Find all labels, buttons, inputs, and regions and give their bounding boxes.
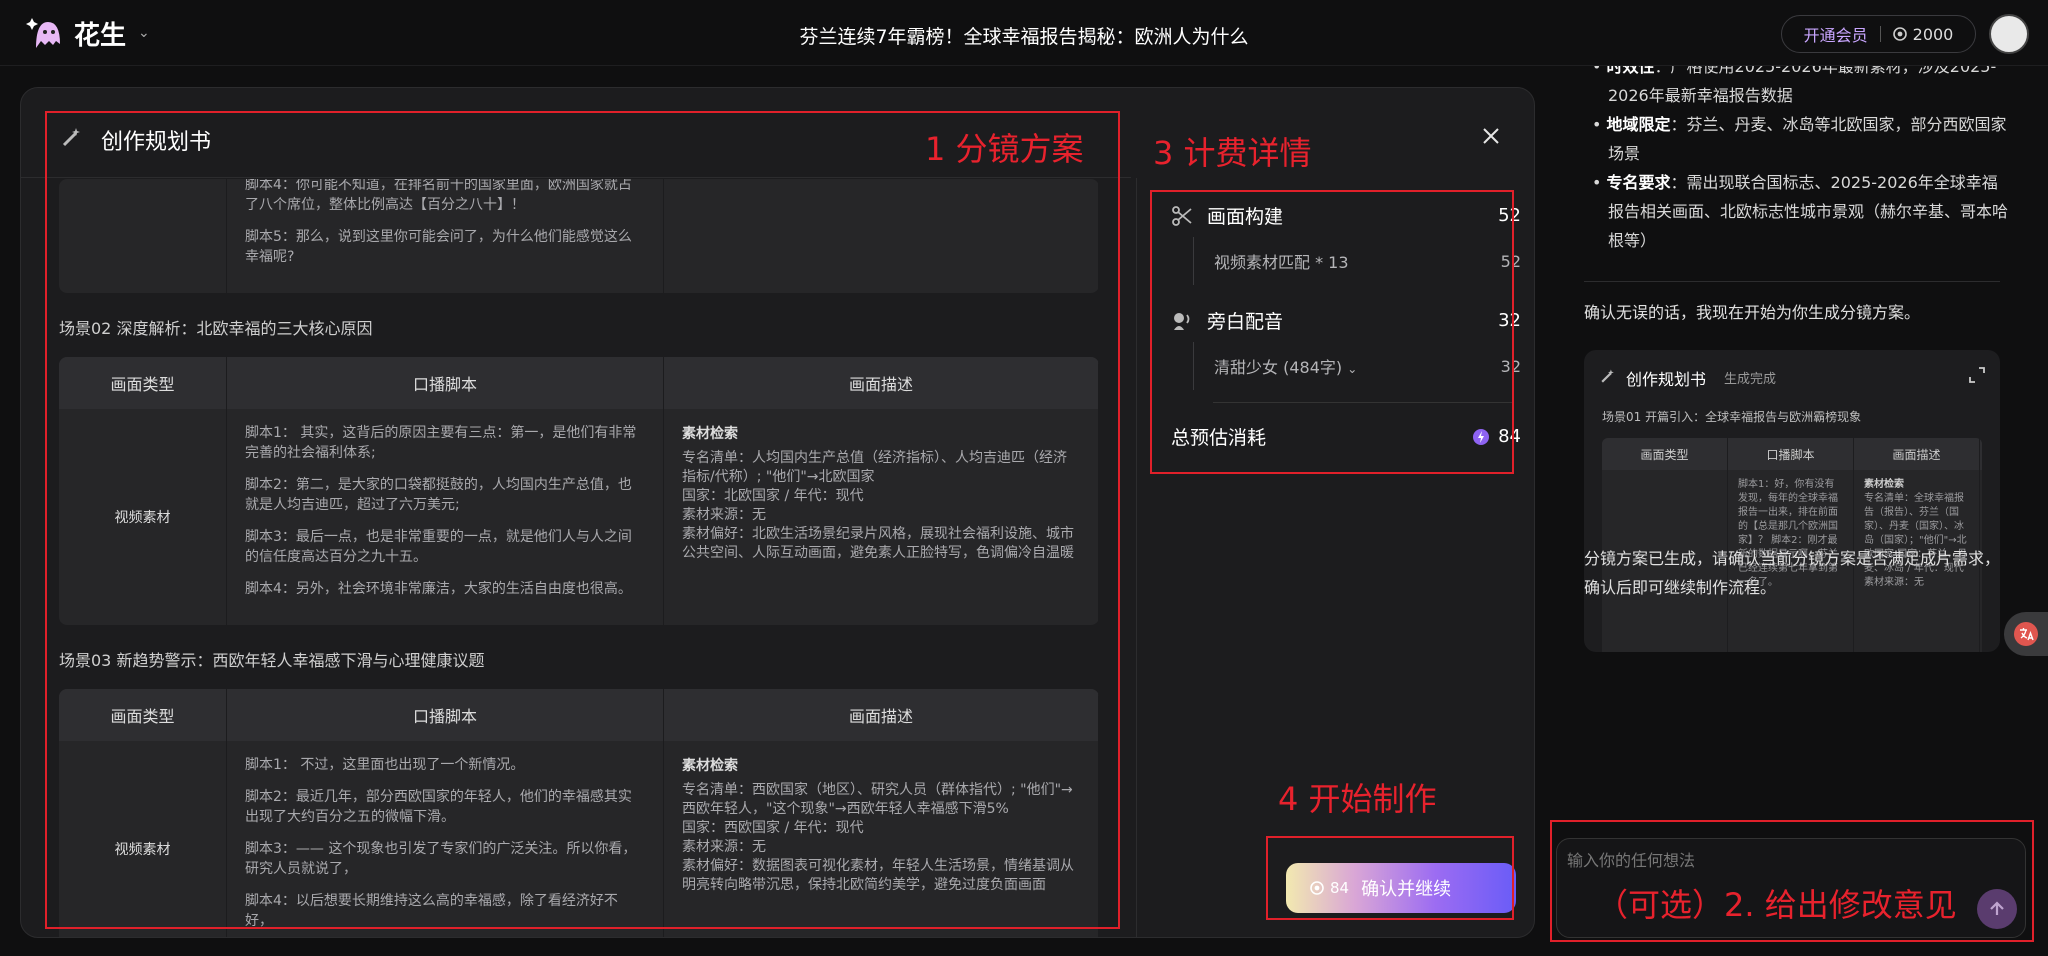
top-bar: 花生 ⌄ 芬兰连续7年霸榜！全球幸福报告揭秘：欧洲人为什么 开通会员 2000 — [0, 0, 2048, 66]
annotation-box-billing — [1150, 190, 1514, 474]
chat-message: 分镜方案已生成，请确认当前分镜方案是否满足成片需求，确认后即可继续制作流程。 — [1584, 549, 2001, 597]
column-header: 画面类型 — [1602, 438, 1728, 470]
annotation-label: 4 开始制作 — [1278, 780, 1437, 818]
translate-icon — [2014, 622, 2038, 646]
annotation-label: 3 计费详情 — [1153, 134, 1312, 172]
credits-display[interactable]: 2000 — [1892, 24, 1954, 44]
expand-icon[interactable] — [1968, 366, 1986, 388]
column-header: 画面描述 — [1854, 438, 1980, 470]
magic-wand-icon — [1600, 368, 1616, 388]
account-box: 开通会员 2000 — [1781, 15, 1976, 53]
credits-value: 2000 — [1912, 24, 1954, 44]
card-status: 生成完成 — [1724, 372, 1777, 387]
avatar[interactable] — [1989, 14, 2029, 54]
vip-button[interactable]: 开通会员 — [1804, 22, 1868, 46]
annotation-box-start — [1266, 836, 1514, 920]
chat-message: 确认无误的话，我现在开始为你生成分镜方案。 — [1584, 303, 1921, 322]
divider — [1136, 178, 1137, 937]
list-item: • 专名要求：需出现联合国标志、2025-2026年全球幸福报告相关画面、北欧标… — [1592, 173, 2009, 250]
annotation-label: （可选）2. 给出修改意见 — [1596, 886, 1957, 924]
divider — [1879, 26, 1881, 42]
card-title: 创作规划书 — [1626, 370, 1707, 389]
list-item: • 时效性：严格使用2025-2026年最新素材，涉及2025-2026年最新幸… — [1592, 66, 1997, 105]
close-icon — [1483, 128, 1499, 144]
page-title: 芬兰连续7年霸榜！全球幸福报告揭秘：欧洲人为什么 — [799, 26, 1249, 48]
card-scene-title: 场景01 开篇引入：全球幸福报告与欧洲霸榜现象 — [1602, 410, 1862, 424]
annotation-box-storyboard — [45, 111, 1120, 929]
close-button[interactable] — [1477, 122, 1505, 150]
divider — [1584, 281, 2000, 282]
list-item: • 地域限定：芬兰、丹麦、冰岛等北欧国家，部分西欧国家场景 — [1592, 115, 2007, 163]
planning-card[interactable]: 创作规划书 生成完成 场景01 开篇引入：全球幸福报告与欧洲霸榜现象 画面类型 … — [1584, 350, 2000, 652]
translate-tool-button[interactable] — [2004, 612, 2048, 656]
coin-icon — [1892, 27, 1907, 41]
requirement-list: • 时效性：严格使用2025-2026年最新素材，涉及2025-2026年最新幸… — [1560, 66, 2048, 255]
column-header: 口播脚本 — [1728, 438, 1854, 470]
annotation-label: 1 分镜方案 — [925, 130, 1084, 168]
